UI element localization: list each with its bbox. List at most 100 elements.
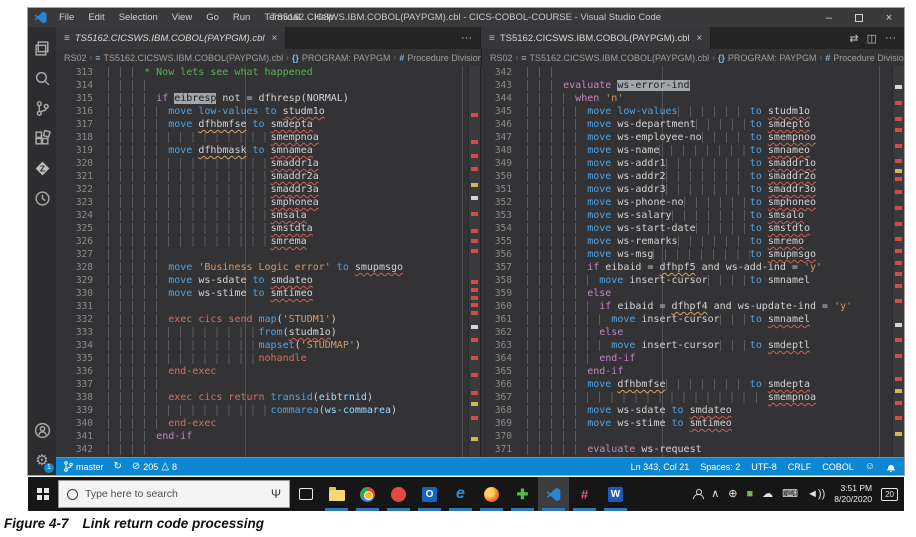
editor-actions-left[interactable]: ···	[461, 27, 480, 49]
breadcrumb-left[interactable]: RS02›≡TS5162.CICSWS.IBM.COBOL(PAYPGM).cb…	[56, 49, 481, 66]
menu-selection[interactable]: Selection	[113, 10, 164, 25]
explorer-icon[interactable]	[30, 33, 54, 63]
code-line[interactable]: 344 when 'n'	[481, 92, 904, 105]
taskbar-search-input[interactable]: Type here to search Ψ	[58, 480, 290, 508]
code-line[interactable]: 339 commarea(ws-commarea)	[56, 404, 480, 417]
onedrive-icon[interactable]: ☁	[762, 489, 773, 500]
code-line[interactable]: 317 move dfhbmfse to smdepta	[56, 118, 480, 131]
breadcrumb-item[interactable]: TS5162.CICSWS.IBM.COBOL(PAYPGM).cbl	[529, 53, 709, 63]
code-line[interactable]: 355 move ws-remarks to smremo	[481, 235, 904, 248]
green-cross-app-icon[interactable]: ✚	[507, 477, 538, 511]
code-line[interactable]: 334 mapset('STUDMAP')	[56, 339, 480, 352]
menu-terminal[interactable]: Terminal	[258, 10, 306, 25]
start-button[interactable]	[28, 477, 58, 511]
editor-pane-right[interactable]: 342 343 evaluate ws-error-ind344 when 'n…	[481, 66, 904, 457]
tab-close-icon[interactable]: ×	[270, 33, 278, 44]
code-line[interactable]: 323 smphonea	[56, 196, 480, 209]
people-icon[interactable]	[693, 489, 702, 499]
code-line[interactable]: 364 end-if	[481, 352, 904, 365]
breadcrumb-item[interactable]: PROGRAM: PAYPGM	[302, 53, 391, 63]
chevron-up-icon[interactable]: ∧	[711, 489, 719, 500]
menu-view[interactable]: View	[166, 10, 198, 25]
code-line[interactable]: 362 else	[481, 326, 904, 339]
search-icon[interactable]	[30, 63, 54, 93]
code-line[interactable]: 370	[481, 430, 904, 443]
red-app-icon[interactable]	[383, 477, 414, 511]
code-line[interactable]: 351 move ws-addr3 to smaddr3o	[481, 183, 904, 196]
extensions-icon[interactable]	[30, 123, 54, 153]
vscode-icon[interactable]	[538, 477, 569, 511]
task-view-icon[interactable]	[290, 477, 321, 511]
editor-actions-right[interactable]: ⇄◫···	[849, 27, 904, 49]
code-line[interactable]: 340 end-exec	[56, 417, 480, 430]
tab-right-paypgm[interactable]: ≡ TS5162.CICSWS.IBM.COBOL(PAYPGM).cbl ×	[481, 27, 711, 49]
breadcrumb-item[interactable]: RS02	[64, 53, 87, 63]
code-line[interactable]: 327	[56, 248, 480, 261]
status-item[interactable]: COBOL	[822, 462, 854, 472]
code-line[interactable]: 342	[56, 443, 480, 456]
code-line[interactable]: 368 move ws-sdate to smdateo	[481, 404, 904, 417]
speaker-icon[interactable]: ◄))	[807, 489, 825, 500]
code-line[interactable]: 369 move ws-stime to smtimeo	[481, 417, 904, 430]
microphone-icon[interactable]: Ψ	[271, 487, 281, 501]
code-line[interactable]: 318 smempnoa	[56, 131, 480, 144]
breadcrumb-item[interactable]: Procedure Division.	[833, 53, 904, 63]
code-line[interactable]: 359 else	[481, 287, 904, 300]
menu-go[interactable]: Go	[200, 10, 225, 25]
editor-action-icon[interactable]: ⇄	[849, 32, 858, 45]
code-line[interactable]: 349 move ws-addr1 to smaddr1o	[481, 157, 904, 170]
code-line[interactable]: 316 move low-values to studm1o	[56, 105, 480, 118]
breadcrumb-right[interactable]: RS02›≡TS5162.CICSWS.IBM.COBOL(PAYPGM).cb…	[481, 49, 904, 66]
code-line[interactable]: 356 move ws-msg to smupmsgo	[481, 248, 904, 261]
code-line[interactable]: 324 smsala	[56, 209, 480, 222]
tab-left-paypgm[interactable]: ≡ TS5162.CICSWS.IBM.COBOL(PAYPGM).cbl ×	[56, 27, 286, 49]
sync-button[interactable]: ↻	[114, 461, 122, 472]
breadcrumb-item[interactable]: TS5162.CICSWS.IBM.COBOL(PAYPGM).cbl	[103, 53, 283, 63]
green-status-icon[interactable]: ■	[747, 489, 754, 500]
git-branch-item[interactable]: master	[64, 461, 104, 472]
network-icon[interactable]: ⊕	[728, 489, 737, 500]
code-line[interactable]: 346 move ws-department to smdepto	[481, 118, 904, 131]
code-line[interactable]: 315 if eibresp not = dfhresp(NORMAL)	[56, 92, 480, 105]
editor-action-icon[interactable]: ···	[461, 32, 472, 44]
code-line[interactable]: 342	[481, 66, 904, 79]
code-line[interactable]: 357 if eibaid = dfhpf5 and ws-add-ind = …	[481, 261, 904, 274]
code-line[interactable]: 366 move dfhbmfse to smdepta	[481, 378, 904, 391]
taskbar-clock[interactable]: 3:51 PM 8/20/2020	[834, 483, 872, 504]
code-line[interactable]: 329 move ws-sdate to smdateo	[56, 274, 480, 287]
code-line[interactable]: 371 evaluate ws-request	[481, 443, 904, 456]
close-button[interactable]: ×	[874, 8, 904, 27]
code-line[interactable]: 314	[56, 79, 480, 92]
code-line[interactable]: 365 end-if	[481, 365, 904, 378]
source-control-icon[interactable]	[30, 93, 54, 123]
restore-button[interactable]	[844, 8, 874, 27]
code-line[interactable]: 358 move insert-cursor to smnamel	[481, 274, 904, 287]
code-line[interactable]: 345 move low-values to studm1o	[481, 105, 904, 118]
code-line[interactable]: 335 nohandle	[56, 352, 480, 365]
tab-close-icon[interactable]: ×	[695, 33, 703, 44]
firefox-icon[interactable]	[476, 477, 507, 511]
code-line[interactable]: 341 end-if	[56, 430, 480, 443]
status-item[interactable]: UTF-8	[751, 462, 777, 472]
code-line[interactable]: 319 move dfhbmask to smnamea	[56, 144, 480, 157]
keyboard-icon[interactable]: ⌨	[782, 489, 798, 500]
breadcrumb-item[interactable]: RS02	[490, 53, 513, 63]
menu-help[interactable]: Help	[308, 10, 340, 25]
overview-ruler-right[interactable]	[892, 66, 904, 457]
breadcrumb-item[interactable]: PROGRAM: PAYPGM	[728, 53, 817, 63]
menu-file[interactable]: File	[53, 10, 80, 25]
code-line[interactable]: 367 smempnoa	[481, 391, 904, 404]
code-area-right[interactable]: 342 343 evaluate ws-error-ind344 when 'n…	[481, 66, 904, 457]
account-icon[interactable]	[30, 415, 54, 445]
editor-action-icon[interactable]: ◫	[867, 32, 877, 45]
chrome-icon[interactable]	[352, 477, 383, 511]
zowe-extension-icon[interactable]: Z	[30, 153, 54, 183]
edge-icon[interactable]: e	[445, 477, 476, 511]
code-line[interactable]: 320 smaddr1a	[56, 157, 480, 170]
notifications-bell-icon[interactable]	[886, 461, 896, 472]
code-line[interactable]: 325 smstdta	[56, 222, 480, 235]
menu-run[interactable]: Run	[227, 10, 256, 25]
status-item[interactable]: CRLF	[788, 462, 812, 472]
code-line[interactable]: 348 move ws-name to smnameo	[481, 144, 904, 157]
problems-item[interactable]: ⊘ 205 △ 8	[132, 461, 177, 472]
